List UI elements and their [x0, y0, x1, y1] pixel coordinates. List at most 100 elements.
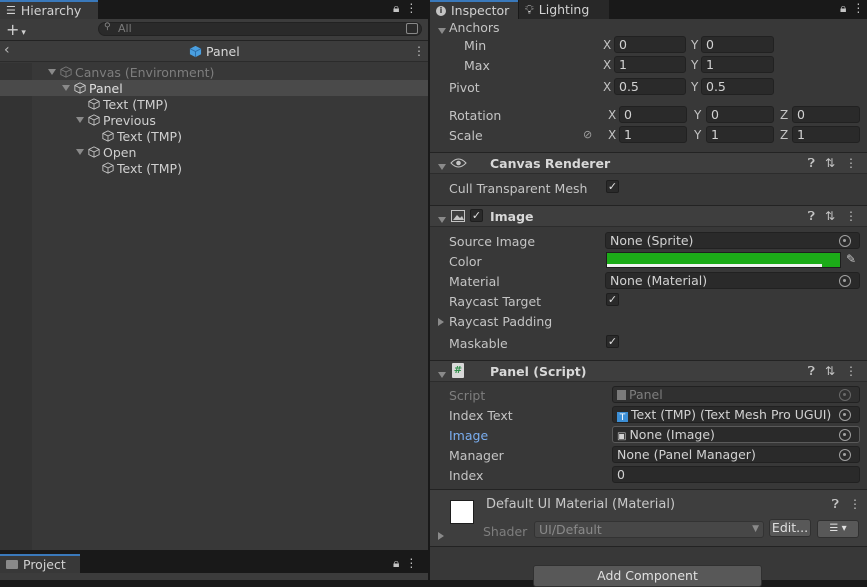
expand-arrow-icon[interactable]	[48, 69, 56, 75]
tab-inspector[interactable]: i Inspector	[430, 0, 518, 19]
add-component-button[interactable]: Add Component	[533, 565, 762, 587]
tree-item-text-tmp[interactable]: Text (TMP)	[88, 96, 168, 112]
tab-lighting-label: Lighting	[538, 2, 590, 17]
index-text-field[interactable]: T Text (TMP) (Text Mesh Pro UGUI)	[612, 406, 860, 423]
shader-options-dropdown[interactable]: ☰ ▾	[817, 520, 859, 538]
constrain-proportions-icon[interactable]: ⊘	[583, 128, 592, 141]
canvas-renderer-header[interactable]: Canvas Renderer ❓︎ ⇅ ⋮	[430, 152, 867, 174]
lock-icon[interactable]: 🔒︎	[840, 1, 846, 16]
scale-z-field[interactable]: 1	[792, 126, 860, 143]
tree-item-text-tmp[interactable]: Text (TMP)	[102, 128, 182, 144]
object-picker-icon[interactable]	[839, 275, 851, 287]
more-options-icon[interactable]: ⋮	[845, 364, 857, 379]
search-filter-icon[interactable]	[406, 23, 418, 34]
gameobject-cube-icon	[102, 130, 114, 142]
help-icon[interactable]: ❓︎	[808, 364, 815, 379]
foldout-arrow-icon[interactable]	[438, 212, 450, 226]
tab-hierarchy-label: Hierarchy	[20, 3, 82, 18]
project-tab-controls: 🔒︎ ⋮	[393, 556, 417, 571]
raycast-padding-foldout[interactable]	[438, 315, 448, 329]
add-button[interactable]: + ▾	[6, 20, 26, 39]
foldout-arrow-icon[interactable]	[438, 159, 450, 173]
foldout-arrow-icon[interactable]	[438, 367, 450, 381]
pivot-x-field[interactable]: 0.5	[614, 78, 686, 95]
presets-icon[interactable]: ⇅	[825, 209, 835, 224]
tab-hierarchy[interactable]: ☰ Hierarchy	[0, 0, 98, 19]
material-foldout[interactable]	[438, 529, 448, 543]
rotation-z-field[interactable]: 0	[792, 106, 860, 123]
lock-icon[interactable]: 🔒︎	[393, 556, 399, 571]
max-label: Max	[464, 58, 490, 73]
shader-edit-button[interactable]: Edit...	[769, 519, 811, 537]
scale-y-field[interactable]: 1	[706, 126, 774, 143]
help-icon[interactable]: ❓︎	[808, 209, 815, 224]
cull-transparent-mesh-label: Cull Transparent Mesh	[449, 181, 588, 196]
foldout-arrow-icon[interactable]	[438, 318, 444, 326]
expand-arrow-icon[interactable]	[62, 85, 70, 91]
image-field[interactable]: ▣ None (Image)	[612, 426, 860, 443]
tree-item-text-tmp[interactable]: Text (TMP)	[102, 160, 182, 176]
object-picker-icon[interactable]	[839, 409, 851, 421]
image-enabled-checkbox[interactable]: ✓	[470, 209, 483, 222]
raycast-target-checkbox[interactable]: ✓	[606, 293, 619, 306]
hierarchy-search-input[interactable]: ⚲ All	[98, 22, 422, 36]
presets-icon[interactable]: ⇅	[825, 364, 835, 379]
anchor-min-x-field[interactable]: 0	[614, 36, 686, 53]
more-options-icon[interactable]: ⋮	[849, 497, 861, 512]
more-options-icon[interactable]: ⋮	[852, 1, 864, 16]
eyedropper-icon[interactable]: ✎	[846, 252, 856, 266]
object-picker-icon[interactable]	[839, 235, 851, 247]
rotation-y-field[interactable]: 0	[706, 106, 774, 123]
more-options-icon[interactable]: ⋮	[845, 209, 857, 224]
pivot-y-field[interactable]: 0.5	[701, 78, 774, 95]
foldout-arrow-icon[interactable]	[438, 532, 444, 540]
tree-item-open[interactable]: Open	[76, 144, 136, 160]
prefab-title-label: Panel	[206, 44, 240, 59]
more-options-icon[interactable]: ⋮	[413, 44, 425, 58]
raycast-padding-label: Raycast Padding	[449, 314, 553, 329]
expand-arrow-icon[interactable]	[76, 117, 84, 123]
image-field-value: None (Image)	[629, 427, 715, 442]
shader-dropdown[interactable]: UI/Default ▼	[534, 521, 764, 538]
maskable-checkbox[interactable]: ✓	[606, 335, 619, 348]
more-options-icon[interactable]: ⋮	[845, 156, 857, 171]
foldout-arrow-icon[interactable]	[438, 28, 446, 34]
color-swatch[interactable]	[606, 252, 841, 268]
object-picker-icon[interactable]	[839, 449, 851, 461]
tree-item-previous[interactable]: Previous	[76, 112, 156, 128]
material-field[interactable]: None (Material)	[605, 272, 860, 289]
anchor-min-y-field[interactable]: 0	[701, 36, 774, 53]
presets-icon[interactable]: ⇅	[825, 156, 835, 171]
tree-item-label: Canvas (Environment)	[75, 64, 215, 80]
anchor-max-y-field[interactable]: 1	[701, 56, 774, 73]
cull-transparent-mesh-checkbox[interactable]: ✓	[606, 180, 619, 193]
gameobject-cube-icon	[88, 98, 100, 110]
rotation-x-field[interactable]: 0	[619, 106, 687, 123]
index-field[interactable]: 0	[612, 466, 860, 483]
tree-item-panel[interactable]: Panel	[62, 80, 123, 96]
lock-icon[interactable]: 🔒︎	[393, 1, 399, 16]
material-title: Default UI Material (Material)	[486, 497, 676, 512]
anchor-max-x-field[interactable]: 1	[614, 56, 686, 73]
tab-project[interactable]: Project	[0, 554, 80, 573]
text-component-icon: T	[617, 412, 628, 422]
more-options-icon[interactable]: ⋮	[405, 556, 417, 571]
gameobject-cube-icon	[88, 146, 100, 158]
material-label: Material	[449, 274, 500, 289]
manager-field[interactable]: None (Panel Manager)	[612, 446, 860, 463]
expand-arrow-icon[interactable]	[76, 149, 84, 155]
tab-lighting[interactable]: 💡︎ Lighting	[519, 0, 609, 19]
image-component-header[interactable]: ✓ Image ❓︎ ⇅ ⋮	[430, 205, 867, 227]
more-options-icon[interactable]: ⋮	[405, 1, 417, 16]
axis-x-label: X	[608, 128, 617, 142]
scale-x-field[interactable]: 1	[619, 126, 687, 143]
help-icon[interactable]: ❓︎	[832, 497, 839, 512]
back-chevron-icon[interactable]: ‹	[4, 42, 10, 58]
tree-item-canvas[interactable]: Canvas (Environment)	[48, 64, 214, 80]
object-picker-icon[interactable]	[839, 429, 851, 441]
source-image-field[interactable]: None (Sprite)	[605, 232, 860, 249]
help-icon[interactable]: ❓︎	[808, 156, 815, 171]
bottom-separator	[430, 546, 867, 547]
panel-script-header[interactable]: # Panel (Script) ❓︎ ⇅ ⋮	[430, 360, 867, 382]
axis-x-label: X	[608, 108, 617, 122]
